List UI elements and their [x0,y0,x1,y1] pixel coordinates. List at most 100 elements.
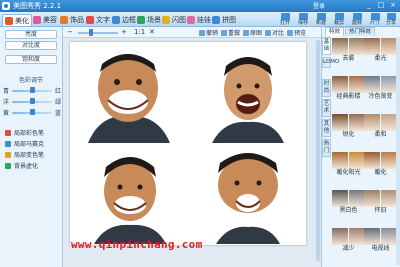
effect-item[interactable]: 暖化阳光 [332,152,365,177]
zoom-slider[interactable] [78,32,118,34]
rotate-button[interactable]: 旋转 [348,12,366,27]
effect-preview-image [364,38,380,55]
zoom-in-button[interactable]: + [121,28,127,36]
effect-item[interactable]: 去雾 [332,38,365,63]
tab-doll[interactable]: 娃娃 [185,14,213,26]
category-hot[interactable]: 热门 [322,139,331,157]
bow-icon [60,16,68,24]
effect-item[interactable]: 黑白色 [332,190,365,215]
effect-label: 去雾 [342,55,355,62]
tab-effects[interactable]: 特效 [325,27,345,36]
close-button[interactable]: × [388,1,398,10]
slider-knob[interactable] [30,109,35,115]
image-canvas[interactable] [70,42,306,245]
effect-item[interactable]: 怀旧 [364,190,397,215]
login-link[interactable]: 登录 [313,1,325,10]
effect-item[interactable]: 减少 [332,228,365,253]
save-button[interactable]: 保存 [294,12,312,27]
category-other[interactable]: 其他 [322,119,331,137]
effects-category-tabs: 基础 LOMO 时尚 艺术 其他 热门 [322,37,339,267]
color-section-title: 色彩调节 [18,77,43,84]
color-pen-icon [5,151,11,158]
share-icon [386,13,396,20]
zoom-slider-knob[interactable] [89,29,93,36]
effect-label: 经典影楼 [336,93,361,100]
yellow-blue-slider[interactable]: 黄 蓝 [3,108,61,117]
effect-label: 减少 [342,245,355,252]
category-lomo[interactable]: LOMO [322,57,339,68]
effect-preview-image [332,190,348,207]
category-basic[interactable]: 基础 [322,37,331,55]
title-bar: 美图秀秀 2.2.1 登录 _ □ × [0,0,400,12]
scrollbar-thumb[interactable] [316,40,320,261]
tab-makeup[interactable]: 美容 [31,14,59,26]
effect-preview-image [349,38,365,55]
crop-button[interactable]: 裁剪 [330,12,348,27]
face-icon [33,16,41,24]
undo-icon [199,29,205,36]
window-controls: _ □ × [364,1,398,10]
tab-frame[interactable]: 边框 [110,14,138,26]
effect-item[interactable]: 经典影楼 [332,76,365,101]
effect-preview-image [332,152,348,169]
category-fashion[interactable]: 时尚 [322,79,331,97]
undo-button[interactable]: 撤销 [199,28,218,37]
effect-preview-image [332,114,348,131]
brush-icon [5,129,11,136]
tab-accessory[interactable]: 饰品 [58,14,86,26]
open-button[interactable]: 打开 [276,12,294,27]
effect-item[interactable]: 电视线 [364,228,397,253]
share-button[interactable]: 分享 [382,12,400,27]
photo-caricature-4 [188,143,306,244]
effect-item[interactable]: 柔光 [364,38,397,63]
slider-knob[interactable] [30,87,35,93]
cyan-red-slider[interactable]: 青 红 [3,86,61,95]
left-adjust-panel: 亮度 对比度 饱和度 色彩调节 青 红 洋 绿 黄 蓝 局部彩色笔 局部马赛克 … [0,27,63,267]
saturation-button[interactable]: 饱和度 [5,55,57,64]
zoom-out-button[interactable]: − [67,28,73,36]
frame-icon [112,16,120,24]
effect-label: 暖化 [374,169,387,176]
effect-thumbnail [332,152,365,169]
effect-item[interactable]: 锐化 [332,114,365,139]
slider-knob[interactable] [30,98,35,104]
tab-scene[interactable]: 场景 [135,14,163,26]
maximize-button[interactable]: □ [376,1,386,10]
fit-window-button[interactable]: ✕ [149,28,155,36]
effect-item[interactable]: 暖化 [364,152,397,177]
effects-scrollbar[interactable] [396,37,400,265]
doll-icon [187,16,195,24]
effect-preview-image [381,114,397,131]
tab-puzzle[interactable]: 拼图 [210,14,238,26]
local-recolor-tool[interactable]: 局部变色笔 [5,150,44,159]
zoom-toolbar: − + 1:1 ✕ 撤销 重做 原图 对比 预览 [63,27,321,38]
blur-icon [5,162,11,169]
minimize-button[interactable]: _ [364,1,374,10]
tab-beautify[interactable]: 美化 [2,14,32,26]
background-blur-tool[interactable]: 背景虚化 [5,161,38,170]
original-button[interactable]: 原图 [243,28,262,37]
preview-button[interactable]: 预览 [287,28,306,37]
effect-preview-image [364,76,380,93]
category-art[interactable]: 艺术 [322,99,331,117]
tab-text[interactable]: 文字 [84,14,112,26]
effects-panel: 特效 热门特效 基础 LOMO 时尚 艺术 其他 热门 去雾 柔光经典影楼 冷色渐变… [321,27,400,267]
brightness-button[interactable]: 亮度 [5,30,57,39]
effect-item[interactable]: 冷色渐变 [364,76,397,101]
effect-item[interactable]: 柔和 [364,114,397,139]
effect-preview-image [332,76,348,93]
mosaic-icon [5,140,11,147]
contrast-button[interactable]: 对比度 [5,41,57,50]
effect-label: 暖化阳光 [336,169,361,176]
effect-label: 电视线 [371,245,390,252]
tab-flash[interactable]: 闪图 [160,14,188,26]
photo-caricature-3 [70,143,188,244]
compare-button[interactable]: 对比 [265,28,284,37]
new-button[interactable]: 新建 [312,12,330,27]
tab-hot-effects[interactable]: 热门特效 [345,27,376,36]
app-logo-icon [2,2,10,10]
local-mosaic-tool[interactable]: 局部马赛克 [5,139,44,148]
local-color-pen-tool[interactable]: 局部彩色笔 [5,128,44,137]
magenta-green-slider[interactable]: 洋 绿 [3,97,61,106]
redo-button[interactable]: 重做 [221,28,240,37]
